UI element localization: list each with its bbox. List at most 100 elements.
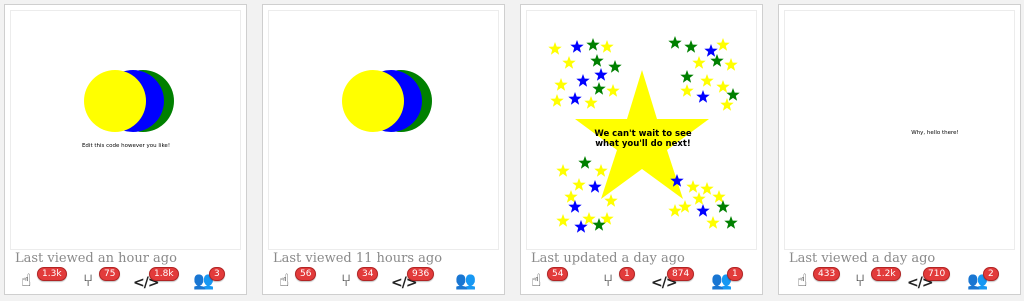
hand-pointer-icon: ☝ (531, 271, 542, 291)
views-stat[interactable]: </> 1.8k (133, 267, 179, 293)
small-star (568, 200, 582, 213)
fork-icon: ⑂ (855, 271, 866, 291)
views-stat[interactable]: </> 710 (907, 267, 951, 293)
small-star (592, 218, 606, 231)
stats-bar: ☝ 56 ⑂ 34 </> 936 👥 (263, 267, 504, 293)
comments-stat[interactable]: 👥 1 (711, 267, 751, 293)
small-star (606, 84, 620, 97)
small-star (668, 36, 682, 49)
small-star (680, 70, 694, 83)
project-preview[interactable]: We can't wait to see what you'll do next… (526, 10, 757, 250)
forks-count-badge: 1.2k (871, 267, 901, 281)
hand-pointer-icon: ☝ (797, 271, 808, 291)
small-star (576, 74, 590, 87)
small-star (712, 190, 726, 203)
small-star (578, 156, 592, 169)
project-card[interactable]: Why, hello there! Last viewed a day ago … (778, 4, 1021, 295)
small-star (686, 180, 700, 193)
small-star (572, 178, 586, 191)
small-star (716, 38, 730, 51)
forks-stat[interactable]: ⑂ 1.2k (855, 267, 901, 293)
forks-count-badge: 34 (357, 267, 379, 281)
small-star (710, 54, 724, 67)
comments-stat[interactable]: 👥 3 (193, 267, 233, 293)
last-viewed-caption: Last viewed 11 hours ago (273, 251, 443, 266)
small-star (554, 78, 568, 91)
likes-stat[interactable]: ☝ 56 (279, 267, 319, 293)
views-count-badge: 1.8k (149, 267, 179, 281)
yellow-circle (84, 70, 146, 132)
small-star (668, 204, 682, 217)
views-count-badge: 874 (667, 267, 695, 281)
small-star (678, 200, 692, 213)
small-star (700, 182, 714, 195)
views-count-badge: 936 (407, 267, 435, 281)
small-star (692, 56, 706, 69)
comments-count-badge: 3 (209, 267, 225, 281)
forks-stat[interactable]: ⑂ 34 (341, 267, 381, 293)
preview-canvas: Edit this code however you like! (82, 70, 174, 149)
stats-bar: ☝ 433 ⑂ 1.2k </> 710 👥 2 (779, 267, 1020, 293)
preview-text: Edit this code however you like! (82, 143, 170, 149)
likes-count-badge: 433 (813, 267, 841, 281)
last-viewed-caption: Last viewed a day ago (789, 251, 936, 266)
hand-pointer-icon: ☝ (279, 271, 290, 291)
likes-count-badge: 1.3k (37, 267, 67, 281)
fork-icon: ⑂ (603, 271, 614, 291)
small-star (594, 164, 608, 177)
views-stat[interactable]: </> 874 (651, 267, 695, 293)
views-stat[interactable]: </> 936 (391, 267, 435, 293)
stats-bar: ☝ 1.3k ⑂ 75 </> 1.8k 👥 3 (5, 267, 246, 293)
likes-count-badge: 56 (295, 267, 317, 281)
small-star (556, 164, 570, 177)
preview-text: Why, hello there! (911, 130, 958, 136)
small-star (570, 40, 584, 53)
small-star (680, 84, 694, 97)
small-star (716, 80, 730, 93)
small-star (594, 68, 608, 81)
project-preview[interactable] (268, 10, 499, 250)
group-icon: 👥 (455, 271, 477, 291)
small-star (604, 194, 618, 207)
small-star (696, 204, 710, 217)
small-star (726, 88, 740, 101)
comments-count-badge: 2 (983, 267, 999, 281)
project-card[interactable]: We can't wait to see what you'll do next… (520, 4, 763, 295)
small-star (716, 200, 730, 213)
forks-count-badge: 75 (99, 267, 121, 281)
last-updated-caption: Last updated a day ago (531, 251, 685, 266)
hand-pointer-icon: ☝ (21, 271, 32, 291)
project-card[interactable]: Edit this code however you like! Last vi… (4, 4, 247, 295)
last-viewed-caption: Last viewed an hour ago (15, 251, 177, 266)
small-star (592, 82, 606, 95)
project-card[interactable]: Last viewed 11 hours ago ☝ 56 ⑂ 34 </> 9… (262, 4, 505, 295)
likes-stat[interactable]: ☝ 54 (531, 267, 571, 293)
small-star (556, 214, 570, 227)
small-star (562, 56, 576, 69)
project-preview[interactable]: Why, hello there! (784, 10, 1015, 250)
small-star (696, 90, 710, 103)
forks-stat[interactable]: ⑂ 1 (603, 267, 643, 293)
small-star (684, 40, 698, 53)
fork-icon: ⑂ (83, 271, 94, 291)
small-star (550, 94, 564, 107)
small-star (586, 38, 600, 51)
small-star (564, 190, 578, 203)
yellow-circle (342, 70, 404, 132)
fork-icon: ⑂ (341, 271, 352, 291)
preview-canvas: Why, hello there! (911, 130, 958, 136)
small-star (704, 44, 718, 57)
preview-canvas: We can't wait to see what you'll do next… (548, 36, 740, 233)
small-star (720, 98, 734, 111)
small-star (590, 54, 604, 67)
likes-stat[interactable]: ☝ 1.3k (21, 267, 67, 293)
small-star (568, 92, 582, 105)
project-preview[interactable]: Edit this code however you like! (10, 10, 241, 250)
small-star (724, 216, 738, 229)
comments-stat[interactable]: 👥 2 (967, 267, 1007, 293)
small-star (724, 58, 738, 71)
comments-stat[interactable]: 👥 (455, 267, 495, 293)
forks-stat[interactable]: ⑂ 75 (83, 267, 123, 293)
comments-count-badge: 1 (727, 267, 743, 281)
likes-stat[interactable]: ☝ 433 (797, 267, 841, 293)
